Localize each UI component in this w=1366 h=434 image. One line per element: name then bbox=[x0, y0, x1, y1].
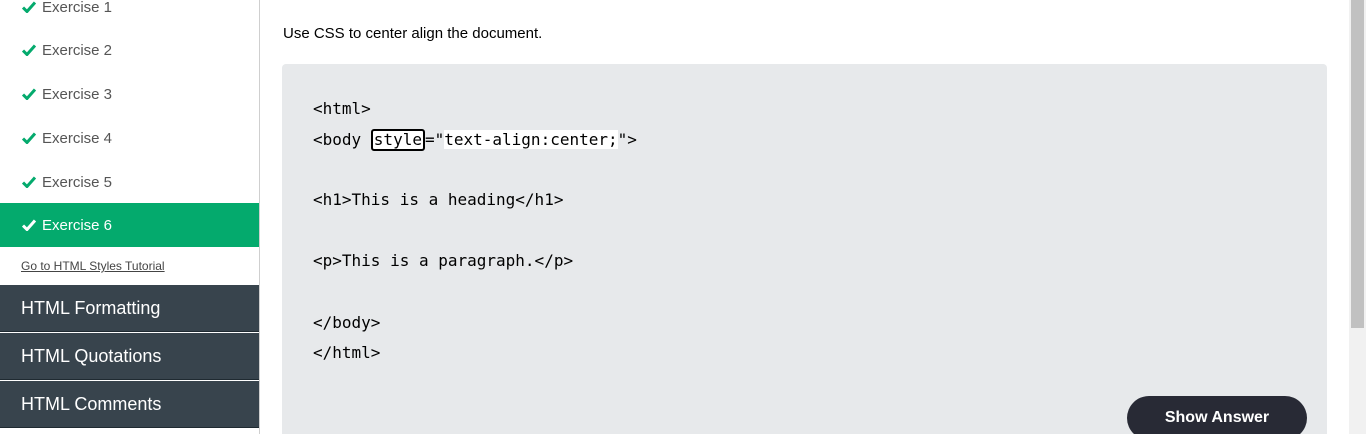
code-line: <h1>This is a heading</h1> bbox=[313, 190, 564, 209]
check-icon bbox=[22, 131, 36, 145]
tutorial-link[interactable]: Go to HTML Styles Tutorial bbox=[21, 259, 165, 273]
code-line: <p>This is a paragraph.</p> bbox=[313, 251, 574, 270]
exercise-instruction: Use CSS to center align the document. bbox=[283, 25, 543, 42]
code-line: <html> bbox=[313, 99, 371, 118]
check-icon bbox=[22, 0, 36, 14]
code-line: </body> bbox=[313, 313, 381, 332]
code-line: <body style ="text-align:center;"> bbox=[313, 129, 637, 151]
code-line: </html> bbox=[313, 343, 381, 362]
code-segment: =" bbox=[424, 130, 445, 149]
show-answer-button[interactable]: Show Answer bbox=[1127, 396, 1307, 434]
code-segment: "> bbox=[617, 130, 637, 149]
sidebar-section-html-formatting[interactable]: HTML Formatting bbox=[0, 285, 259, 332]
sidebar-section-html-comments[interactable]: HTML Comments bbox=[0, 381, 259, 428]
check-icon bbox=[22, 218, 36, 232]
check-icon bbox=[22, 175, 36, 189]
sidebar-section-label: HTML Comments bbox=[21, 393, 162, 414]
sidebar: Exercise 1 Exercise 2 Exercise 3 Exercis… bbox=[0, 0, 260, 434]
sidebar-item-label: Exercise 3 bbox=[42, 85, 113, 103]
sidebar-item-exercise-3[interactable]: Exercise 3 bbox=[0, 72, 259, 116]
page: Exercise 1 Exercise 2 Exercise 3 Exercis… bbox=[0, 0, 1366, 434]
code-segment: <body bbox=[313, 130, 371, 149]
sidebar-item-exercise-1[interactable]: Exercise 1 bbox=[0, 0, 259, 29]
sidebar-item-exercise-6[interactable]: Exercise 6 bbox=[0, 203, 259, 247]
sidebar-item-exercise-4[interactable]: Exercise 4 bbox=[0, 116, 259, 160]
answer-input[interactable]: style bbox=[370, 129, 425, 151]
code-editor: <html> <body style ="text-align:center;">… bbox=[282, 64, 1327, 434]
sidebar-item-exercise-5[interactable]: Exercise 5 bbox=[0, 160, 259, 204]
scrollbar-thumb[interactable] bbox=[1351, 0, 1364, 328]
scrollbar[interactable] bbox=[1349, 0, 1366, 434]
sidebar-section-label: HTML Formatting bbox=[21, 297, 161, 318]
sidebar-item-label: Exercise 6 bbox=[42, 216, 113, 234]
sidebar-item-label: Exercise 4 bbox=[42, 129, 113, 147]
sidebar-section-label: HTML Quotations bbox=[21, 345, 162, 366]
sidebar-item-label: Exercise 1 bbox=[42, 0, 113, 16]
code-value: text-align:center; bbox=[444, 130, 618, 149]
check-icon bbox=[22, 43, 36, 57]
sidebar-item-label: Exercise 2 bbox=[42, 41, 113, 59]
sidebar-item-label: Exercise 5 bbox=[42, 173, 113, 191]
sidebar-item-exercise-2[interactable]: Exercise 2 bbox=[0, 28, 259, 72]
check-icon bbox=[22, 87, 36, 101]
sidebar-section-html-quotations[interactable]: HTML Quotations bbox=[0, 333, 259, 380]
